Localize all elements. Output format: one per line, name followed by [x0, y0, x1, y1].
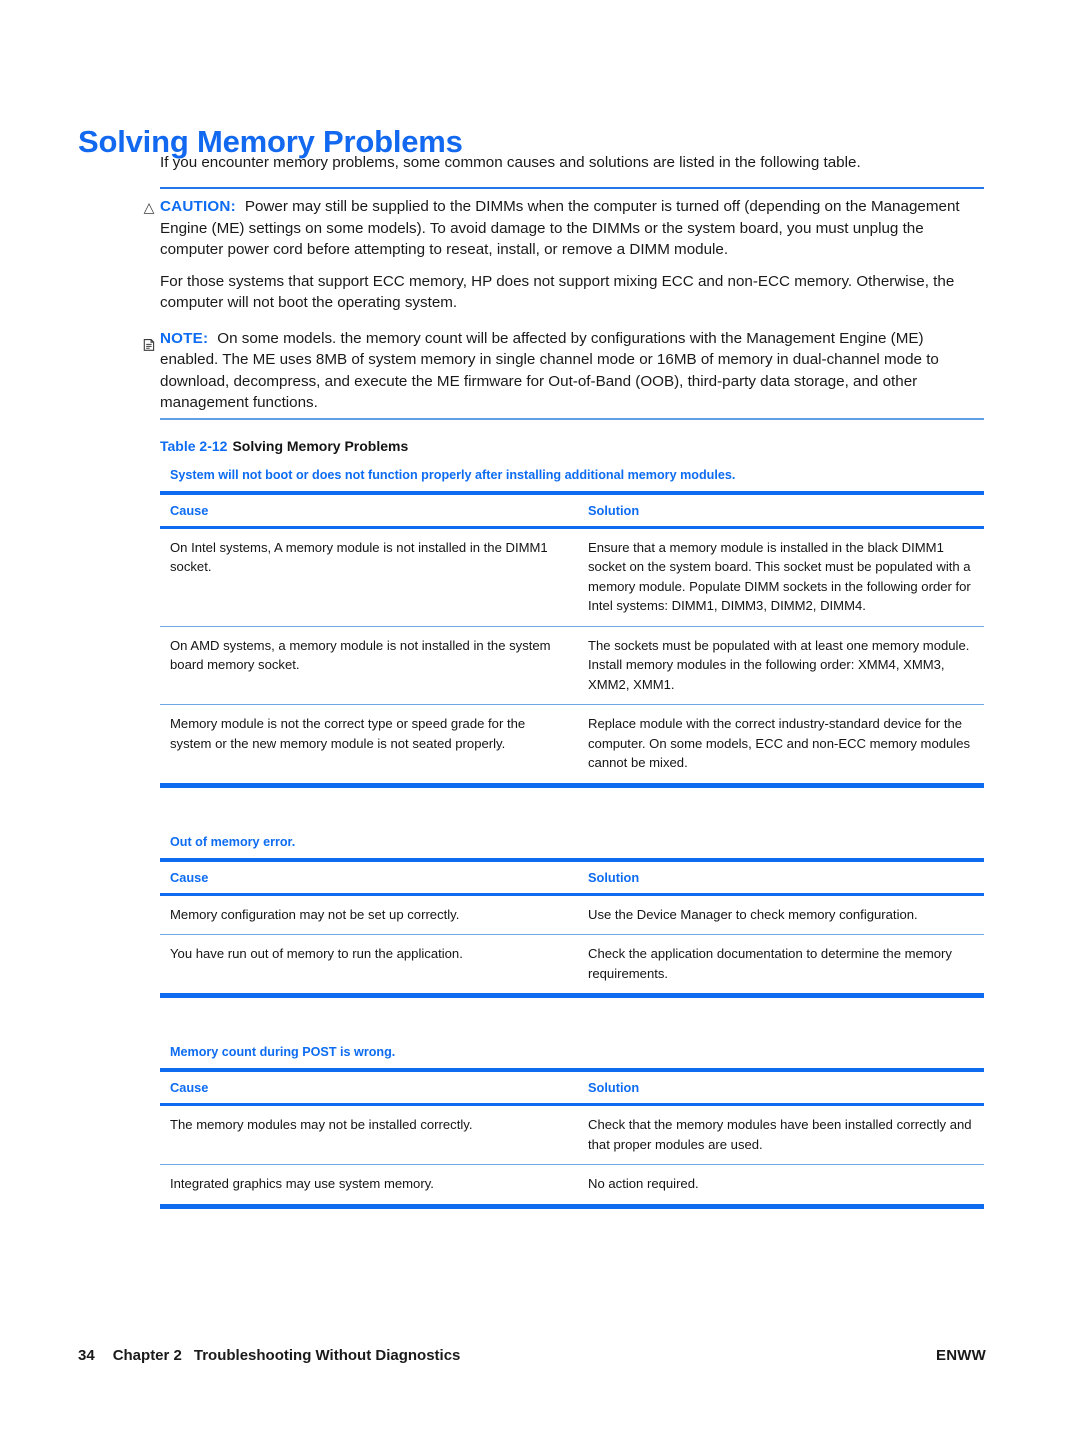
cell-cause: The memory modules may not be installed …	[170, 1117, 473, 1132]
cell-solution: Replace module with the correct industry…	[588, 716, 971, 770]
troubleshooting-table-section: System will not boot or does not functio…	[160, 467, 984, 788]
column-header-cause: Cause	[170, 869, 209, 885]
caution-block: △ CAUTION: Power may still be supplied to…	[144, 187, 984, 261]
caution-label: CAUTION:	[160, 198, 236, 215]
note-icon	[141, 338, 157, 354]
table-subject: Memory count during POST is wrong.	[170, 1045, 396, 1059]
page-content: If you encounter memory problems, some c…	[143, 152, 984, 1209]
cell-cause: On Intel systems, A memory module is not…	[170, 539, 548, 575]
column-header-cause: Cause	[170, 1080, 209, 1095]
cell-cause: Integrated graphics may use system memor…	[170, 1176, 434, 1191]
table-header-row: Cause Solution	[160, 495, 984, 526]
column-header-solution: Solution	[588, 869, 640, 885]
cell-cause: You have run out of memory to run the ap…	[170, 946, 463, 961]
cell-cause: On AMD systems, a memory module is not i…	[170, 637, 551, 673]
page-footer: 34 Chapter 2 Troubleshooting Without Dia…	[78, 1347, 986, 1364]
table-subject: Out of memory error.	[170, 834, 296, 849]
table-row: Memory configuration may not be set up c…	[160, 896, 984, 935]
caution-body: CAUTION: Power may still be supplied to t…	[160, 196, 984, 261]
table-bottom-rule	[160, 1203, 984, 1209]
cell-cause: Memory module is not the correct type or…	[170, 716, 526, 751]
cell-solution: Use the Device Manager to check memory c…	[588, 906, 918, 922]
note-label: NOTE:	[160, 329, 209, 347]
ecc-paragraph: For those systems that support ECC memor…	[160, 272, 955, 312]
column-header-solution: Solution	[588, 1080, 640, 1095]
table-caption: Table 2-12 Solving Memory Problems	[160, 437, 984, 455]
troubleshooting-table-section: Out of memory error. Cause Solution Memo…	[160, 834, 984, 998]
cell-solution: Check that the memory modules have been …	[588, 1117, 972, 1152]
table-header-row: Cause Solution	[160, 1072, 984, 1103]
note-body: NOTE: On some models. the memory count wi…	[160, 328, 984, 414]
cell-solution: No action required.	[588, 1176, 699, 1191]
table-spacer	[160, 788, 984, 834]
table-row: On AMD systems, a memory module is not i…	[160, 627, 984, 705]
table-row: Memory module is not the correct type or…	[160, 705, 984, 783]
table-row: Integrated graphics may use system memor…	[160, 1165, 984, 1204]
footer-imprint: ENWW	[936, 1347, 986, 1364]
table-row: The memory modules may not be installed …	[160, 1106, 984, 1164]
document-page: Solving Memory Problems If you encounter…	[0, 0, 1080, 1437]
footer-chapter: Chapter 2	[112, 1347, 182, 1364]
column-header-cause: Cause	[170, 502, 209, 518]
note-block: NOTE: On some models. the memory count wi…	[143, 328, 984, 420]
warning-triangle-icon: △	[143, 199, 155, 215]
table-caption-title: Solving Memory Problems	[232, 437, 409, 454]
troubleshooting-table-section: Memory count during POST is wrong. Cause…	[160, 1044, 984, 1209]
cell-solution: Check the application documentation to d…	[588, 946, 952, 981]
note-text: On some models. the memory count will be…	[160, 329, 939, 412]
table-header-row: Cause Solution	[160, 862, 984, 893]
table-caption-number: Table 2-12	[160, 437, 228, 454]
footer-chapter-title: Troubleshooting Without Diagnostics	[193, 1347, 461, 1364]
column-header-solution: Solution	[588, 502, 640, 518]
intro-paragraph: If you encounter memory problems, some c…	[160, 154, 861, 171]
table-spacer	[160, 998, 984, 1044]
table-row: You have run out of memory to run the ap…	[160, 935, 984, 993]
cell-cause: Memory configuration may not be set up c…	[170, 906, 460, 922]
table-row: On Intel systems, A memory module is not…	[160, 529, 984, 626]
table-subject: System will not boot or does not functio…	[170, 467, 736, 482]
footer-page-number: 34	[78, 1347, 95, 1364]
cell-solution: Ensure that a memory module is installed…	[588, 539, 971, 614]
cell-solution: The sockets must be populated with at le…	[588, 637, 970, 692]
caution-text: Power may still be supplied to the DIMMs…	[160, 198, 960, 258]
